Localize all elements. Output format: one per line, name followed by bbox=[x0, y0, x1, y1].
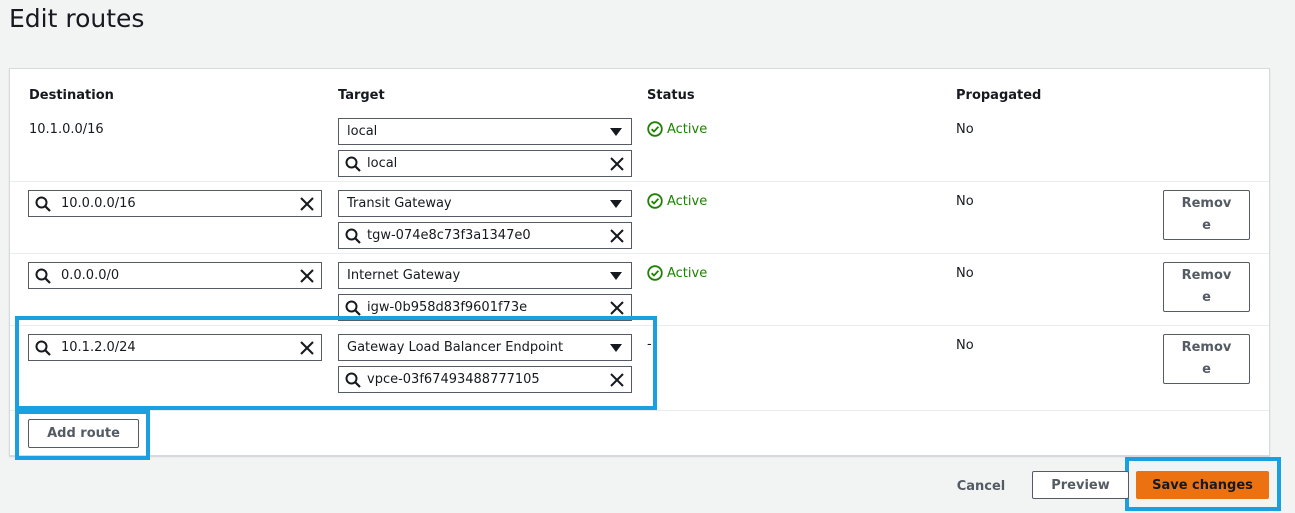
route-2-remove-button[interactable]: Remove bbox=[1163, 190, 1250, 240]
route-1-status-label: Active bbox=[667, 121, 708, 137]
route-2-target-id-value: tgw-074e8c73f3a1347e0 bbox=[367, 228, 531, 243]
close-icon[interactable] bbox=[603, 223, 631, 248]
preview-button[interactable]: Preview bbox=[1032, 471, 1129, 499]
column-header-target: Target bbox=[338, 88, 385, 103]
route-1-target-type-select[interactable]: local bbox=[338, 118, 632, 145]
route-1-destination: 10.1.0.0/16 bbox=[29, 122, 104, 137]
route-1-target-id-input[interactable]: local bbox=[338, 150, 632, 177]
row-divider bbox=[10, 325, 1269, 326]
route-2-status: Active bbox=[647, 193, 707, 209]
close-icon[interactable] bbox=[603, 367, 631, 392]
route-4-target-id-value: vpce-03f67493488777105 bbox=[367, 372, 540, 387]
close-icon[interactable] bbox=[293, 335, 321, 360]
search-icon bbox=[339, 367, 367, 392]
close-icon[interactable] bbox=[603, 295, 631, 320]
check-circle-icon bbox=[647, 265, 663, 281]
add-route-button[interactable]: Add route bbox=[28, 419, 139, 448]
caret-down-icon bbox=[601, 335, 631, 360]
column-header-status: Status bbox=[647, 88, 695, 103]
route-2-propagated: No bbox=[956, 194, 974, 209]
route-4-remove-button[interactable]: Remove bbox=[1163, 334, 1250, 384]
route-4-target-type-value: Gateway Load Balancer Endpoint bbox=[347, 340, 564, 355]
caret-down-icon bbox=[601, 263, 631, 288]
route-3-target-type-select[interactable]: Internet Gateway bbox=[338, 262, 632, 289]
route-4-status: - bbox=[647, 337, 652, 352]
route-4-target-type-select[interactable]: Gateway Load Balancer Endpoint bbox=[338, 334, 632, 361]
check-circle-icon bbox=[647, 121, 663, 137]
page-title: Edit routes bbox=[9, 4, 145, 33]
check-circle-icon bbox=[647, 193, 663, 209]
route-3-propagated: No bbox=[956, 266, 974, 281]
route-2-target-type-select[interactable]: Transit Gateway bbox=[338, 190, 632, 217]
route-3-status: Active bbox=[647, 265, 707, 281]
route-2-status-label: Active bbox=[667, 193, 708, 209]
close-icon[interactable] bbox=[293, 191, 321, 216]
route-4-destination-input[interactable]: 10.1.2.0/24 bbox=[28, 334, 322, 361]
route-2-destination-value: 10.0.0.0/16 bbox=[61, 196, 136, 211]
route-3-target-id-value: igw-0b958d83f9601f73e bbox=[367, 300, 528, 315]
route-4-target-id-input[interactable]: vpce-03f67493488777105 bbox=[338, 366, 632, 393]
cancel-button[interactable]: Cancel bbox=[946, 474, 1016, 498]
row-divider bbox=[10, 253, 1269, 254]
column-header-propagated: Propagated bbox=[956, 88, 1042, 103]
search-icon bbox=[29, 191, 57, 216]
route-3-remove-button[interactable]: Remove bbox=[1163, 262, 1250, 312]
route-3-target-type-value: Internet Gateway bbox=[347, 268, 461, 283]
route-1-status: Active bbox=[647, 121, 707, 137]
caret-down-icon bbox=[601, 119, 631, 144]
route-1-propagated: No bbox=[956, 122, 974, 137]
search-icon bbox=[29, 263, 57, 288]
route-3-target-id-input[interactable]: igw-0b958d83f9601f73e bbox=[338, 294, 632, 321]
route-1-target-type-value: local bbox=[347, 124, 378, 139]
search-icon bbox=[339, 295, 367, 320]
caret-down-icon bbox=[601, 191, 631, 216]
route-4-destination-value: 10.1.2.0/24 bbox=[61, 340, 136, 355]
column-header-destination: Destination bbox=[29, 88, 114, 103]
route-2-target-id-input[interactable]: tgw-074e8c73f3a1347e0 bbox=[338, 222, 632, 249]
close-icon[interactable] bbox=[603, 151, 631, 176]
route-3-status-label: Active bbox=[667, 265, 708, 281]
routes-table-panel: Destination Target Status Propagated 10.… bbox=[9, 68, 1270, 456]
row-divider bbox=[10, 181, 1269, 182]
search-icon bbox=[339, 151, 367, 176]
route-2-destination-input[interactable]: 10.0.0.0/16 bbox=[28, 190, 322, 217]
route-2-target-type-value: Transit Gateway bbox=[347, 196, 452, 211]
close-icon[interactable] bbox=[293, 263, 321, 288]
row-divider bbox=[10, 410, 1269, 411]
search-icon bbox=[29, 335, 57, 360]
route-1-target-id-value: local bbox=[367, 156, 398, 171]
route-4-propagated: No bbox=[956, 338, 974, 353]
route-3-destination-value: 0.0.0.0/0 bbox=[61, 268, 120, 283]
route-3-destination-input[interactable]: 0.0.0.0/0 bbox=[28, 262, 322, 289]
save-changes-button[interactable]: Save changes bbox=[1136, 471, 1269, 499]
search-icon bbox=[339, 223, 367, 248]
